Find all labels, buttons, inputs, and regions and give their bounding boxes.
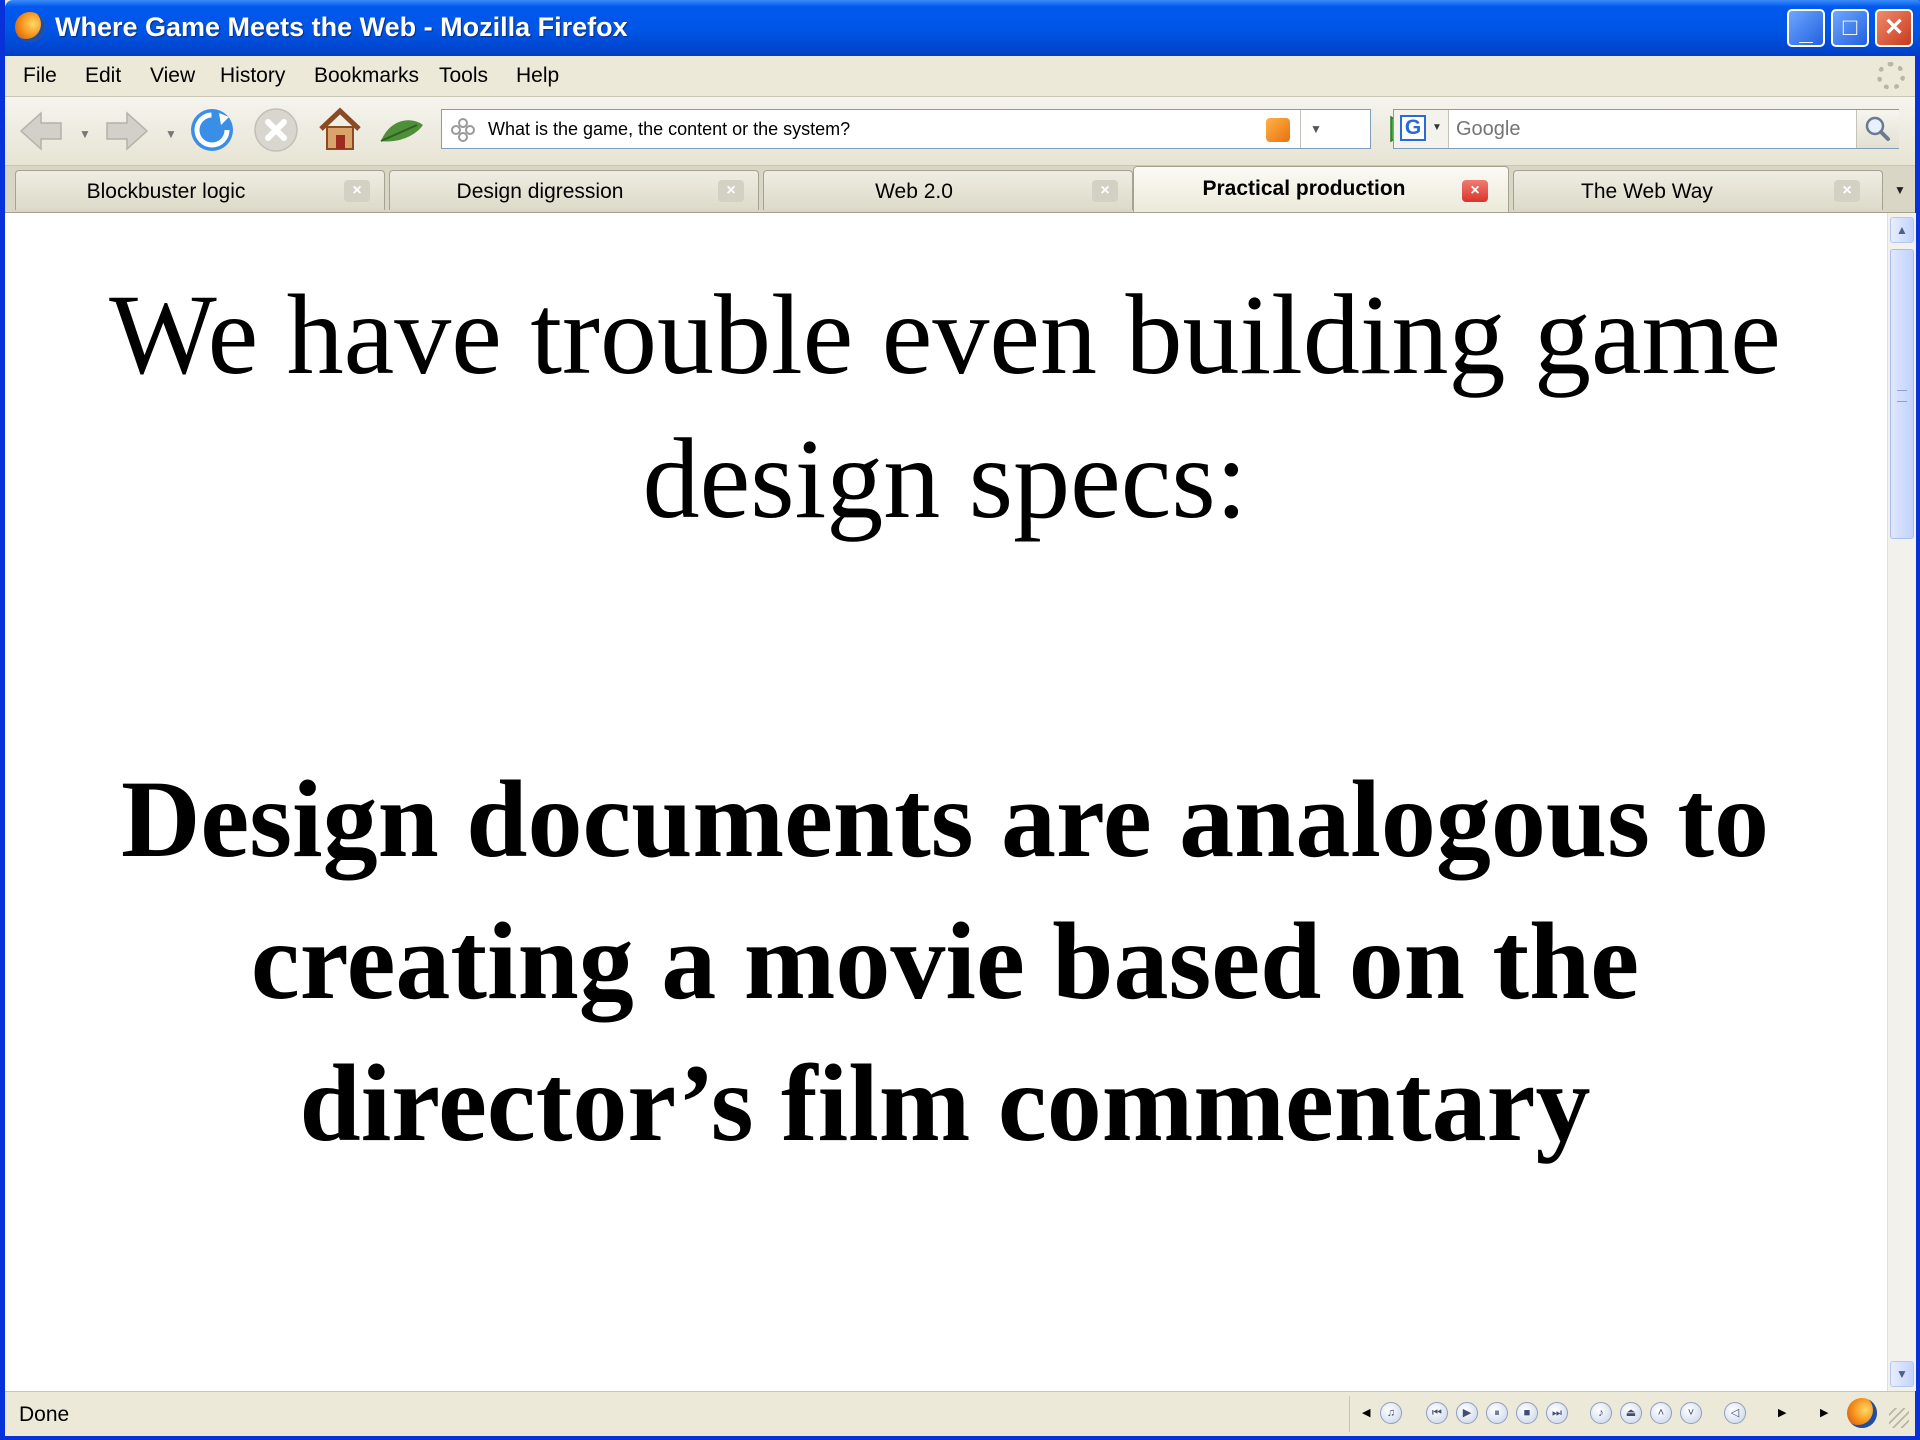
vertical-scrollbar[interactable]: ▲ ▼ bbox=[1887, 213, 1916, 1391]
home-icon[interactable] bbox=[317, 105, 363, 153]
note-icon[interactable]: ♪ bbox=[1590, 1402, 1612, 1424]
url-text[interactable]: What is the game, the content or the sys… bbox=[488, 119, 850, 140]
maximize-button[interactable]: □ bbox=[1831, 9, 1869, 47]
status-bar: Done ◀ ♫ ⏮ ▶ ⏸ ■ ⏭ ♪ ⏏ ˄ ˅ ◁ ▶ ▶ bbox=[5, 1391, 1915, 1436]
scroll-thumb[interactable] bbox=[1890, 249, 1914, 539]
tab-close-icon[interactable]: × bbox=[1092, 180, 1118, 202]
media-left-arrow-icon[interactable]: ◀ bbox=[1362, 1406, 1370, 1419]
window-title: Where Game Meets the Web - Mozilla Firef… bbox=[55, 12, 628, 42]
slide-heading: We have trouble even building game desig… bbox=[109, 271, 1781, 542]
volume-up-icon[interactable]: ˄ bbox=[1650, 1402, 1672, 1424]
title-bar[interactable]: Where Game Meets the Web - Mozilla Firef… bbox=[5, 0, 1920, 56]
tab-label: Web 2.0 bbox=[875, 180, 953, 203]
scroll-down-icon[interactable]: ▼ bbox=[1890, 1361, 1914, 1387]
close-button[interactable]: ✕ bbox=[1875, 9, 1913, 47]
address-bar[interactable]: What is the game, the content or the sys… bbox=[441, 109, 1371, 149]
play-icon[interactable]: ▶ bbox=[1456, 1402, 1478, 1424]
tab-the-web-way[interactable]: The Web Way × bbox=[1513, 170, 1883, 210]
stop-track-icon[interactable]: ■ bbox=[1516, 1402, 1538, 1424]
media-menu-arrow-icon[interactable]: ▶ bbox=[1820, 1406, 1828, 1419]
menu-tools[interactable]: Tools bbox=[439, 64, 488, 88]
scroll-up-icon[interactable]: ▲ bbox=[1890, 217, 1914, 243]
maximize-icon: □ bbox=[1842, 14, 1858, 41]
tab-close-icon[interactable]: × bbox=[1462, 180, 1488, 202]
tab-design-digression[interactable]: Design digression × bbox=[389, 170, 759, 210]
menu-history[interactable]: History bbox=[220, 64, 285, 88]
status-text: Done bbox=[19, 1403, 70, 1426]
menu-bookmarks[interactable]: Bookmarks bbox=[314, 64, 419, 88]
menu-help[interactable]: Help bbox=[516, 64, 559, 88]
search-engine-button[interactable]: G ▼ bbox=[1394, 110, 1449, 148]
tab-label: Design digression bbox=[456, 180, 624, 203]
tab-close-icon[interactable]: × bbox=[718, 180, 744, 202]
tab-label: The Web Way bbox=[1581, 180, 1713, 203]
grip-icon bbox=[1897, 390, 1907, 402]
search-button[interactable] bbox=[1856, 110, 1899, 148]
media-controls: ◀ ♫ ⏮ ▶ ⏸ ■ ⏭ ♪ ⏏ ˄ ˅ ◁ ▶ ▶ bbox=[1349, 1396, 1850, 1432]
tab-label: Blockbuster logic bbox=[86, 180, 246, 203]
stop-icon[interactable] bbox=[253, 107, 299, 153]
tab-blockbuster-logic[interactable]: Blockbuster logic × bbox=[15, 170, 385, 210]
firefox-icon bbox=[15, 12, 45, 42]
previous-track-icon[interactable]: ⏮ bbox=[1426, 1402, 1448, 1424]
eject-icon[interactable]: ⏏ bbox=[1620, 1402, 1642, 1424]
next-track-icon[interactable]: ⏭ bbox=[1546, 1402, 1568, 1424]
menu-view[interactable]: View bbox=[150, 64, 195, 88]
tab-close-icon[interactable]: × bbox=[1834, 180, 1860, 202]
menu-edit[interactable]: Edit bbox=[85, 64, 121, 88]
page-content: We have trouble even building game desig… bbox=[5, 213, 1887, 1391]
url-history-dropdown-icon[interactable]: ▼ bbox=[1300, 110, 1331, 148]
speaker-icon[interactable]: ◁ bbox=[1724, 1402, 1746, 1424]
reload-icon[interactable] bbox=[189, 107, 235, 153]
rss-feed-icon[interactable] bbox=[1266, 118, 1290, 142]
navigation-toolbar: ▼ ▼ What is the game, the content or the… bbox=[5, 97, 1915, 166]
media-right-arrow-icon[interactable]: ▶ bbox=[1778, 1406, 1786, 1419]
tab-web-2-0[interactable]: Web 2.0 × bbox=[763, 170, 1133, 210]
tab-practical-production[interactable]: Practical production × bbox=[1133, 166, 1509, 212]
music-note-icon[interactable]: ♫ bbox=[1380, 1402, 1402, 1424]
tab-strip: Blockbuster logic × Design digression × … bbox=[5, 166, 1915, 213]
close-icon: ✕ bbox=[1883, 14, 1905, 41]
menu-bar: File Edit View History Bookmarks Tools H… bbox=[5, 56, 1915, 97]
browser-window: Where Game Meets the Web - Mozilla Firef… bbox=[0, 0, 1920, 1440]
leaf-icon[interactable] bbox=[377, 113, 427, 147]
search-bar: G ▼ bbox=[1393, 109, 1899, 149]
forward-icon[interactable] bbox=[105, 109, 149, 153]
forward-dropdown-icon[interactable]: ▼ bbox=[165, 127, 177, 141]
minimize-button[interactable]: _ bbox=[1787, 9, 1825, 47]
menu-file[interactable]: File bbox=[23, 64, 57, 88]
tab-list-dropdown-icon[interactable]: ▼ bbox=[1885, 170, 1915, 210]
search-input[interactable] bbox=[1456, 118, 1816, 141]
minimize-icon: _ bbox=[1799, 19, 1813, 46]
back-icon[interactable] bbox=[19, 109, 63, 153]
tab-label: Practical production bbox=[1202, 177, 1406, 200]
slide-statement: Design documents are analogous to creati… bbox=[120, 758, 1770, 1164]
throbber-icon bbox=[1877, 62, 1905, 90]
magnifier-icon bbox=[1865, 116, 1890, 141]
search-engine-dropdown-icon: ▼ bbox=[1432, 122, 1442, 133]
tab-close-icon[interactable]: × bbox=[344, 180, 370, 202]
back-dropdown-icon[interactable]: ▼ bbox=[79, 127, 91, 141]
resize-grip-icon[interactable] bbox=[1889, 1408, 1909, 1428]
volume-down-icon[interactable]: ˅ bbox=[1680, 1402, 1702, 1424]
google-icon: G bbox=[1400, 115, 1426, 141]
site-identity-icon[interactable] bbox=[450, 117, 476, 143]
firefox-status-icon[interactable] bbox=[1847, 1398, 1877, 1428]
pause-icon[interactable]: ⏸ bbox=[1486, 1402, 1508, 1424]
